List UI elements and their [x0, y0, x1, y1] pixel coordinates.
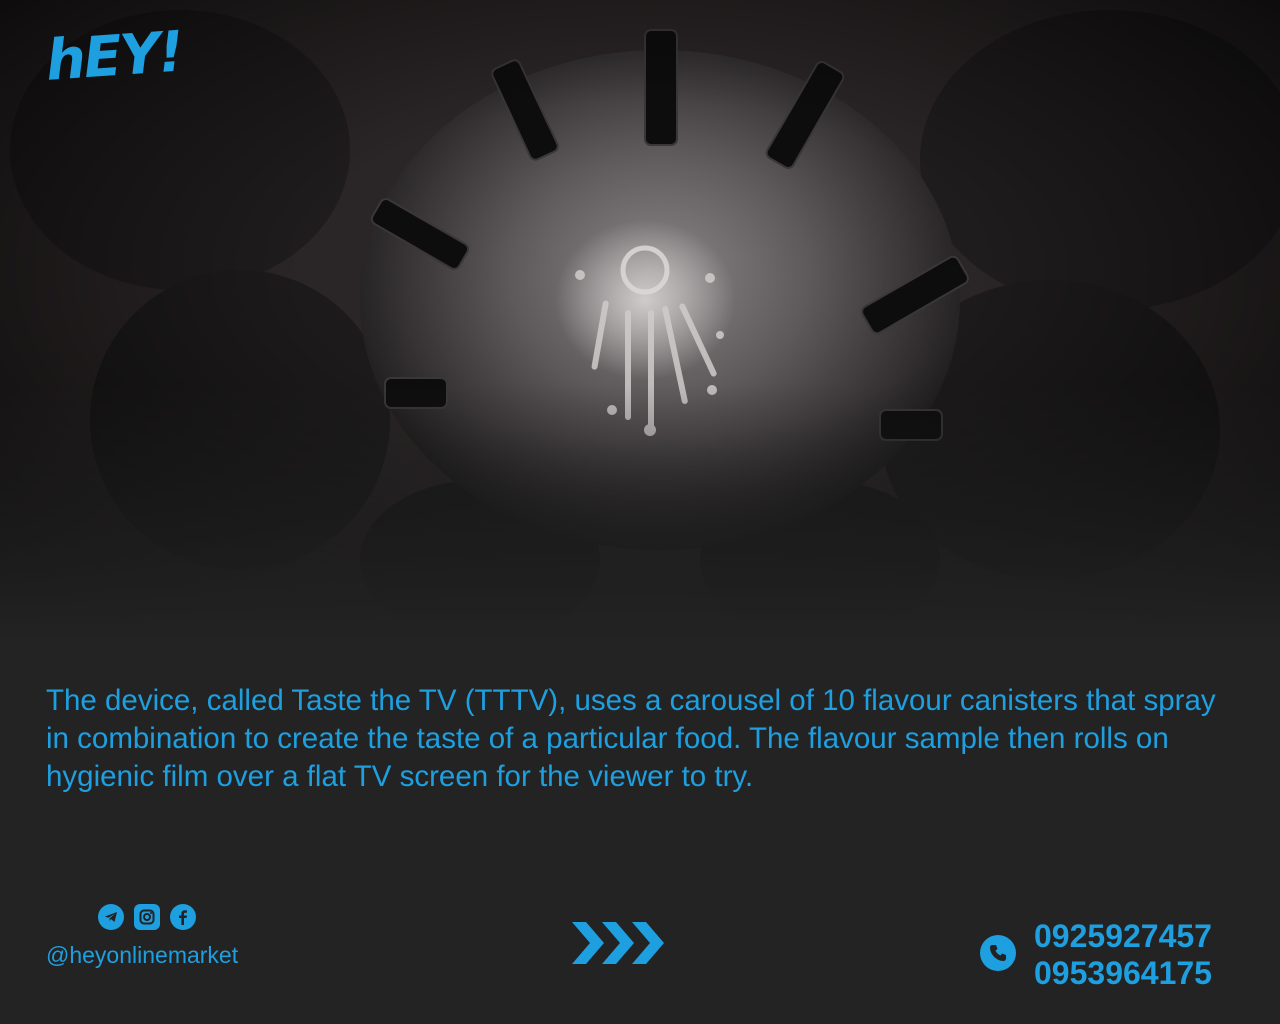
phone-number-1[interactable]: 0925927457 [1034, 918, 1212, 955]
phone-block: 0925927457 0953964175 [978, 918, 1248, 994]
social-handle[interactable]: @heyonlinemarket [46, 942, 266, 969]
telegram-icon[interactable] [98, 904, 124, 930]
flavour-spray-photo [0, 0, 1280, 640]
triple-chevron-right-icon[interactable] [572, 920, 668, 966]
social-block: @heyonlinemarket [46, 904, 266, 969]
instagram-icon[interactable] [134, 904, 160, 930]
phone-icon[interactable] [980, 935, 1016, 971]
hero-photo [0, 0, 1280, 640]
caption-text: The device, called Taste the TV (TTTV), … [46, 684, 1216, 793]
phone-numbers: 0925927457 0953964175 [1034, 918, 1212, 992]
phone-number-2[interactable]: 0953964175 [1034, 955, 1212, 992]
facebook-icon[interactable] [170, 904, 196, 930]
brand-logo: hEY! [43, 19, 185, 94]
social-icons [98, 904, 266, 930]
